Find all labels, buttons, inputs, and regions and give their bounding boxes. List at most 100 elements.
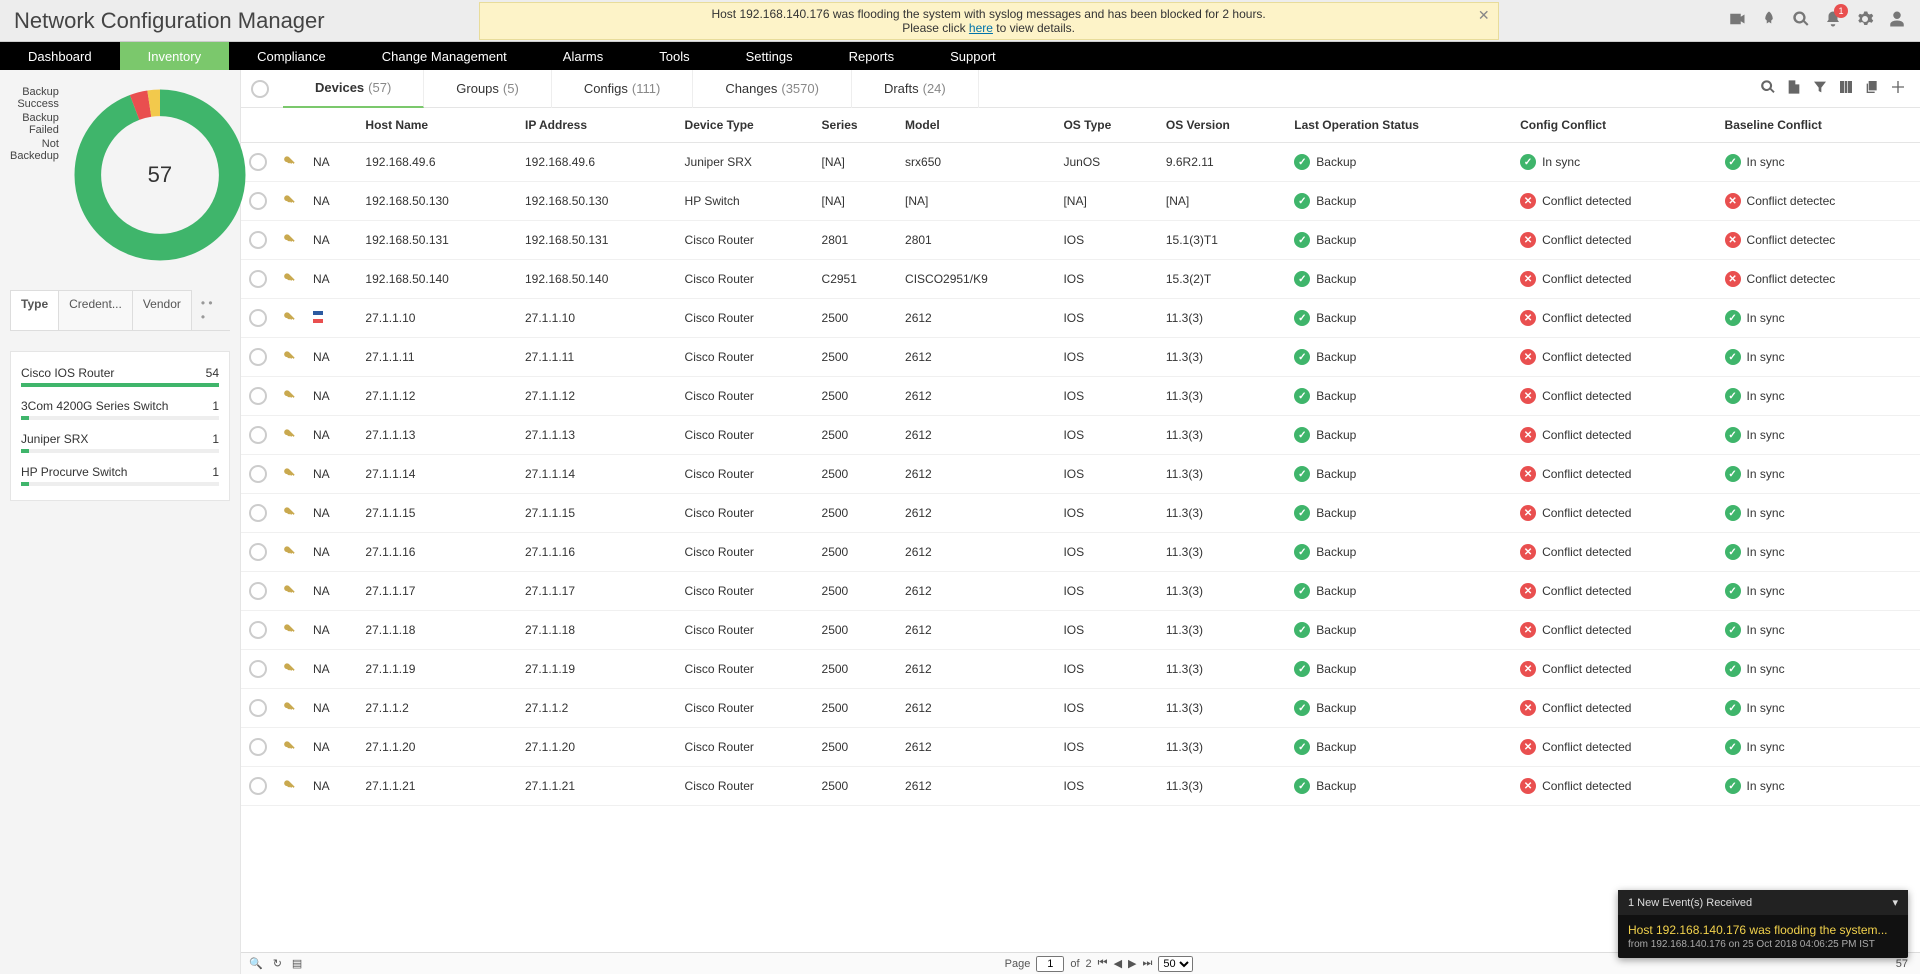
pager-first-icon[interactable]: ⏮ <box>1098 957 1108 970</box>
nav-tools[interactable]: Tools <box>631 42 717 70</box>
table-row[interactable]: NA27.1.1.1427.1.1.14Cisco Router25002612… <box>241 455 1920 494</box>
table-row[interactable]: NA27.1.1.2027.1.1.20Cisco Router25002612… <box>241 728 1920 767</box>
per-page-select[interactable]: 50 <box>1158 956 1193 972</box>
filter-icon[interactable] <box>1812 79 1828 98</box>
nav-reports[interactable]: Reports <box>821 42 923 70</box>
page-input[interactable] <box>1036 956 1064 972</box>
table-row[interactable]: NA27.1.1.2127.1.1.21Cisco Router25002612… <box>241 767 1920 806</box>
video-icon[interactable] <box>1728 10 1746 31</box>
table-row[interactable]: NA192.168.50.140192.168.50.140Cisco Rout… <box>241 260 1920 299</box>
type-row[interactable]: Cisco IOS Router54 <box>21 360 219 393</box>
bell-icon[interactable]: 1 <box>1824 10 1842 31</box>
row-checkbox[interactable] <box>249 777 267 795</box>
notification-toast[interactable]: 1 New Event(s) Received ▾ Host 192.168.1… <box>1618 890 1908 958</box>
col-IP Address[interactable]: IP Address <box>517 108 677 143</box>
alert-link[interactable]: here <box>969 21 993 35</box>
pager-prev-icon[interactable]: ◀ <box>1114 957 1122 970</box>
table-row[interactable]: NA27.1.1.1327.1.1.13Cisco Router25002612… <box>241 416 1920 455</box>
col-Baseline Conflict[interactable]: Baseline Conflict <box>1717 108 1920 143</box>
nav-change-management[interactable]: Change Management <box>354 42 535 70</box>
col-OS Version[interactable]: OS Version <box>1158 108 1286 143</box>
donut-chart[interactable]: 57 <box>65 80 255 270</box>
pager-next-icon[interactable]: ▶ <box>1128 957 1136 970</box>
row-checkbox[interactable] <box>249 543 267 561</box>
close-icon[interactable]: ✕ <box>1478 7 1490 24</box>
rocket-icon[interactable] <box>1760 10 1778 31</box>
col-blank-1[interactable] <box>275 108 305 143</box>
key-icon[interactable] <box>275 338 305 377</box>
key-icon[interactable] <box>275 221 305 260</box>
key-icon[interactable] <box>275 728 305 767</box>
table-row[interactable]: NA192.168.50.130192.168.50.130HP Switch[… <box>241 182 1920 221</box>
footer-refresh-icon[interactable]: ↻ <box>273 957 282 970</box>
gear-icon[interactable] <box>1856 10 1874 31</box>
key-icon[interactable] <box>275 494 305 533</box>
table-row[interactable]: 27.1.1.1027.1.1.10Cisco Router25002612IO… <box>241 299 1920 338</box>
row-checkbox[interactable] <box>249 504 267 522</box>
side-tab-credent[interactable]: Credent... <box>58 290 133 330</box>
search-icon[interactable] <box>1792 10 1810 31</box>
chevron-down-icon[interactable]: ▾ <box>1892 896 1898 909</box>
type-row[interactable]: HP Procurve Switch1 <box>21 459 219 492</box>
key-icon[interactable] <box>275 572 305 611</box>
footer-search-icon[interactable]: 🔍 <box>249 957 263 970</box>
row-checkbox[interactable] <box>249 699 267 717</box>
table-row[interactable]: NA192.168.49.6192.168.49.6Juniper SRX[NA… <box>241 143 1920 182</box>
side-tab-vendor[interactable]: Vendor <box>132 290 192 330</box>
key-icon[interactable] <box>275 533 305 572</box>
table-row[interactable]: NA27.1.1.1127.1.1.11Cisco Router25002612… <box>241 338 1920 377</box>
key-icon[interactable] <box>275 767 305 806</box>
row-checkbox[interactable] <box>249 465 267 483</box>
copy-icon[interactable] <box>1864 79 1880 98</box>
row-checkbox[interactable] <box>249 582 267 600</box>
key-icon[interactable] <box>275 182 305 221</box>
table-row[interactable]: NA192.168.50.131192.168.50.131Cisco Rout… <box>241 221 1920 260</box>
search-icon[interactable] <box>1760 79 1776 98</box>
side-tab-type[interactable]: Type <box>10 290 59 330</box>
row-checkbox[interactable] <box>249 621 267 639</box>
type-row[interactable]: 3Com 4200G Series Switch1 <box>21 393 219 426</box>
nav-alarms[interactable]: Alarms <box>535 42 631 70</box>
user-icon[interactable] <box>1888 10 1906 31</box>
key-icon[interactable] <box>275 611 305 650</box>
type-row[interactable]: Juniper SRX1 <box>21 426 219 459</box>
table-row[interactable]: NA27.1.1.1727.1.1.17Cisco Router25002612… <box>241 572 1920 611</box>
table-row[interactable]: NA27.1.1.1527.1.1.15Cisco Router25002612… <box>241 494 1920 533</box>
col-Model[interactable]: Model <box>897 108 1055 143</box>
export-pdf-icon[interactable] <box>1786 79 1802 98</box>
col-Series[interactable]: Series <box>814 108 898 143</box>
key-icon[interactable] <box>275 377 305 416</box>
nav-dashboard[interactable]: Dashboard <box>0 42 120 70</box>
row-checkbox[interactable] <box>249 309 267 327</box>
key-icon[interactable] <box>275 416 305 455</box>
tab-drafts[interactable]: Drafts (24) <box>852 70 979 108</box>
col-Host Name[interactable]: Host Name <box>357 108 517 143</box>
row-checkbox[interactable] <box>249 660 267 678</box>
tab-configs[interactable]: Configs (111) <box>552 70 694 108</box>
table-row[interactable]: NA27.1.1.227.1.1.2Cisco Router25002612IO… <box>241 689 1920 728</box>
nav-compliance[interactable]: Compliance <box>229 42 354 70</box>
col-blank-2[interactable] <box>305 108 357 143</box>
nav-settings[interactable]: Settings <box>718 42 821 70</box>
tab-groups[interactable]: Groups (5) <box>424 70 552 108</box>
key-icon[interactable] <box>275 299 305 338</box>
key-icon[interactable] <box>275 689 305 728</box>
tab-changes[interactable]: Changes (3570) <box>693 70 852 108</box>
key-icon[interactable] <box>275 143 305 182</box>
footer-settings-icon[interactable]: ▤ <box>292 957 302 970</box>
row-checkbox[interactable] <box>249 738 267 756</box>
table-row[interactable]: NA27.1.1.1627.1.1.16Cisco Router25002612… <box>241 533 1920 572</box>
row-checkbox[interactable] <box>249 426 267 444</box>
row-checkbox[interactable] <box>249 387 267 405</box>
add-icon[interactable] <box>1890 79 1906 98</box>
table-row[interactable]: NA27.1.1.1227.1.1.12Cisco Router25002612… <box>241 377 1920 416</box>
row-checkbox[interactable] <box>249 348 267 366</box>
col-Config Conflict[interactable]: Config Conflict <box>1512 108 1716 143</box>
col-Device Type[interactable]: Device Type <box>677 108 814 143</box>
side-tab-more[interactable]: • • • <box>191 290 230 330</box>
table-row[interactable]: NA27.1.1.1827.1.1.18Cisco Router25002612… <box>241 611 1920 650</box>
pager-last-icon[interactable]: ⏭ <box>1143 957 1153 970</box>
key-icon[interactable] <box>275 455 305 494</box>
col-Last Operation Status[interactable]: Last Operation Status <box>1286 108 1512 143</box>
nav-inventory[interactable]: Inventory <box>120 42 229 70</box>
